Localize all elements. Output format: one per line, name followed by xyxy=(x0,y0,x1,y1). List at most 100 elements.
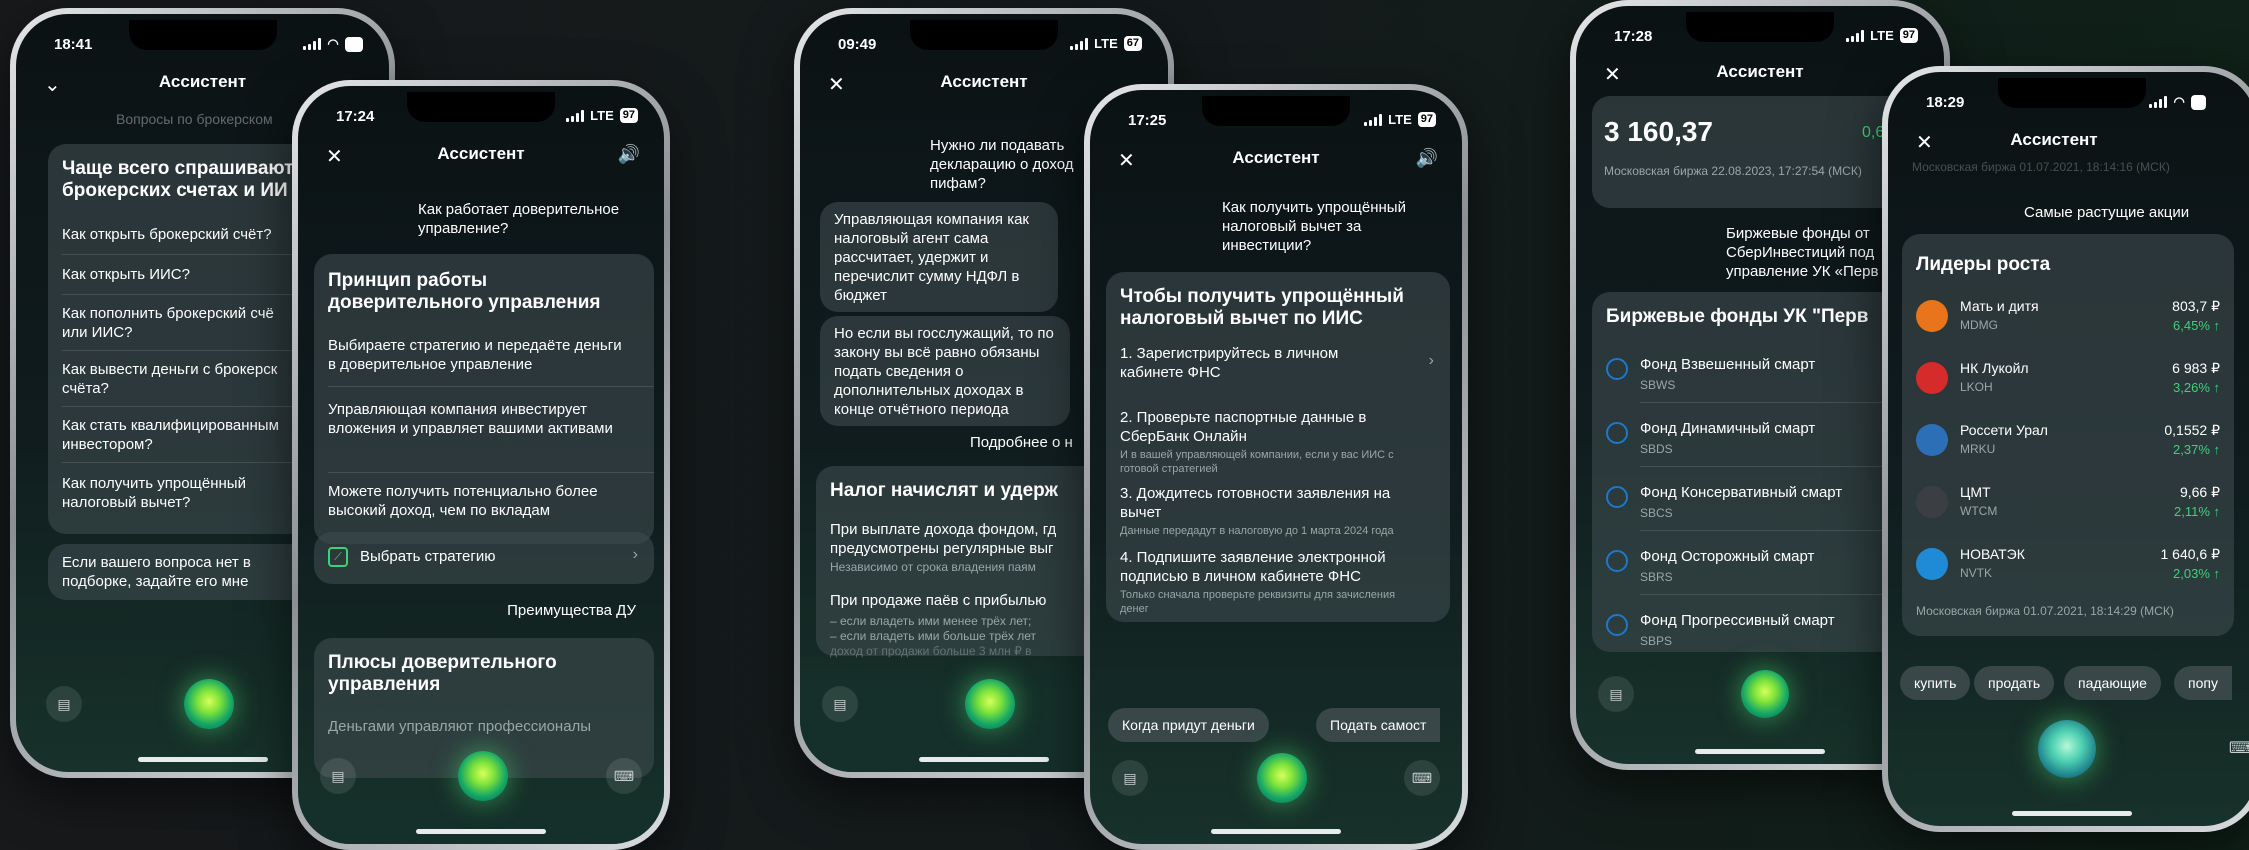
stock-list: Мать и дитя MDMG 803,7 ₽ 6,45% ↑ НК Лукойл LK… xyxy=(1902,290,2234,600)
chevron-down-icon[interactable]: ⌄ xyxy=(44,72,61,97)
step-3-sub: Данные передадут в налоговую до 1 марта … xyxy=(1120,525,1394,537)
fund-logo-icon xyxy=(1606,614,1628,636)
stock-price: 6 983 ₽ xyxy=(2172,360,2220,376)
faded-timestamp: Московская биржа 01.07.2021, 18:14:16 (М… xyxy=(1912,160,2170,174)
point-3: Можете получить потенциально более высок… xyxy=(328,483,598,519)
header: ✕ Ассистент xyxy=(1888,130,2249,160)
stock-logo-icon xyxy=(1916,548,1948,580)
choose-strategy-button[interactable]: ⟋ Выбрать стратегию › xyxy=(314,532,654,584)
header: ✕ Ассистент xyxy=(1576,62,1944,92)
bot-message-2: Но если вы госслужащий, то по закону вы … xyxy=(820,316,1070,426)
stock-change: 3,26% ↑ xyxy=(2173,380,2220,395)
chip-falling[interactable]: падающие xyxy=(2064,666,2161,700)
close-icon[interactable]: ✕ xyxy=(1118,148,1135,173)
phone-2-screen: 17:24 LTE 97 ✕ Ассистент 🔊 Как работает дове… xyxy=(298,86,664,844)
close-icon[interactable]: ✕ xyxy=(1604,62,1621,87)
phone-4-screen: 17:25 LTE 97 ✕ Ассистент 🔊 Как получить упро… xyxy=(1090,90,1462,844)
collection-icon[interactable]: ▤ xyxy=(46,686,82,722)
stock-name: Россети Урал xyxy=(1960,422,2048,438)
stock-price: 1 640,6 ₽ xyxy=(2160,546,2220,562)
home-indicator xyxy=(2012,811,2132,816)
keyboard-icon[interactable]: ⌨ xyxy=(1404,760,1440,796)
chip-buy[interactable]: купить xyxy=(1900,666,1971,700)
battery-icon: 97 xyxy=(619,108,638,123)
stock-price: 9,66 ₽ xyxy=(2179,484,2220,500)
speaker-icon[interactable]: 🔊 xyxy=(618,144,640,165)
faq-item-4[interactable]: Как вывести деньги с брокерск счёта? xyxy=(62,360,302,398)
point-2: Управляющая компания инвестирует вложени… xyxy=(328,401,613,437)
status-time: 18:41 xyxy=(54,36,93,53)
tax-point-2: При продаже паёв с прибылью xyxy=(830,592,1047,609)
stock-code: LKOH xyxy=(1960,380,1993,394)
collection-icon[interactable]: ▤ xyxy=(822,686,858,722)
faq-item-5[interactable]: Как стать квалифицированным инвестором? xyxy=(62,416,302,454)
stock-row[interactable]: Россети Урал MRKU 0,1552 ₽ 2,37% ↑ xyxy=(1902,414,2234,476)
voice-assistant-orb[interactable] xyxy=(1257,753,1307,803)
phone-6: 18:29 ◠ ✕ Ассистент Московская биржа 01.07… xyxy=(1882,66,2249,832)
fund-logo-icon xyxy=(1606,486,1628,508)
stock-row[interactable]: Мать и дитя MDMG 803,7 ₽ 6,45% ↑ xyxy=(1902,290,2234,352)
chip-sell[interactable]: продать xyxy=(1974,666,2055,700)
stock-logo-icon xyxy=(1916,362,1948,394)
status-time: 09:49 xyxy=(838,36,877,53)
phone-6-screen: 18:29 ◠ ✕ Ассистент Московская биржа 01.07… xyxy=(1888,72,2249,826)
stock-name: ЦМТ xyxy=(1960,484,1991,500)
step-4: 4. Подпишите заявление электронной подпи… xyxy=(1120,549,1386,585)
chip-submit[interactable]: Подать самост xyxy=(1316,708,1441,742)
faq-item-6[interactable]: Как получить упрощённый налоговый вычет? xyxy=(62,474,302,512)
signal-icon xyxy=(1070,37,1089,50)
voice-assistant-orb[interactable] xyxy=(2038,720,2096,778)
card-title: Биржевые фонды УК "Перв xyxy=(1606,306,1869,327)
voice-assistant-orb[interactable] xyxy=(458,751,508,801)
signal-icon xyxy=(303,38,322,50)
close-icon[interactable]: ✕ xyxy=(326,144,343,169)
notch xyxy=(1686,12,1834,42)
voice-assistant-orb[interactable] xyxy=(184,679,234,729)
stock-row[interactable]: ЦМТ WTCM 9,66 ₽ 2,11% ↑ xyxy=(1902,476,2234,538)
stock-change: 2,37% ↑ xyxy=(2173,442,2220,457)
close-icon[interactable]: ✕ xyxy=(1916,130,1933,155)
step-1[interactable]: 1. Зарегистрируйтесь в личном кабинете Ф… xyxy=(1120,344,1390,382)
user-message-2: Преимущества ДУ xyxy=(507,602,636,619)
user-message: Как получить упрощённый налоговый вычет … xyxy=(1222,199,1406,254)
stock-logo-icon xyxy=(1916,300,1948,332)
notch xyxy=(407,92,555,122)
page-title: Ассистент xyxy=(437,144,525,163)
stock-code: NVTK xyxy=(1960,566,1993,580)
card-title-2: Плюсы доверительного управления xyxy=(328,652,557,695)
keyboard-icon[interactable]: ⌨ xyxy=(2229,738,2249,758)
fund-name: Фонд Консервативный смарт xyxy=(1640,484,1843,501)
keyboard-icon[interactable]: ⌨ xyxy=(606,758,642,794)
stock-code: MDMG xyxy=(1960,318,1998,332)
status-time: 17:24 xyxy=(336,108,375,125)
user-message-2: Подробнее о н xyxy=(970,434,1073,451)
stock-row[interactable]: НК Лукойл LKOH 6 983 ₽ 3,26% ↑ xyxy=(1902,352,2234,414)
collection-icon[interactable]: ▤ xyxy=(320,758,356,794)
voice-assistant-orb[interactable] xyxy=(1741,670,1789,718)
stock-name: НОВАТЭК xyxy=(1960,546,2025,562)
collection-icon[interactable]: ▤ xyxy=(1598,676,1634,712)
chip-popular[interactable]: попу xyxy=(2174,666,2232,700)
stock-logo-icon xyxy=(1916,424,1948,456)
wifi-icon: ◠ xyxy=(2173,94,2185,109)
price-value: 3 160,37 xyxy=(1604,116,1713,147)
chip-when-money[interactable]: Когда придут деньги xyxy=(1108,708,1269,742)
card-title: Лидеры роста xyxy=(1916,254,2051,275)
battery-icon xyxy=(344,36,363,52)
fund-logo-icon xyxy=(1606,550,1628,572)
speaker-icon[interactable]: 🔊 xyxy=(1416,148,1438,169)
stock-row[interactable]: НОВАТЭК NVTK 1 640,6 ₽ 2,03% ↑ xyxy=(1902,538,2234,600)
status-time: 18:29 xyxy=(1926,94,1965,111)
status-time: 17:25 xyxy=(1128,112,1167,129)
voice-assistant-orb[interactable] xyxy=(965,679,1015,729)
close-icon[interactable]: ✕ xyxy=(828,72,845,97)
collection-icon[interactable]: ▤ xyxy=(1112,760,1148,796)
step-2-sub: И в вашей управляющей компании, если у в… xyxy=(1120,449,1394,475)
card-title: Чтобы получить упрощённый налоговый выче… xyxy=(1120,286,1404,329)
faq-item-3[interactable]: Как пополнить брокерский счё или ИИС? xyxy=(62,304,302,342)
tax-point-2-line-1: – если владеть ими менее трёх лет; xyxy=(830,614,1032,628)
phone-2: 17:24 LTE 97 ✕ Ассистент 🔊 Как работает дове… xyxy=(292,80,670,850)
fund-code: SBCS xyxy=(1640,506,1673,520)
home-indicator xyxy=(416,829,546,834)
page-title: Ассистент xyxy=(2010,130,2098,149)
